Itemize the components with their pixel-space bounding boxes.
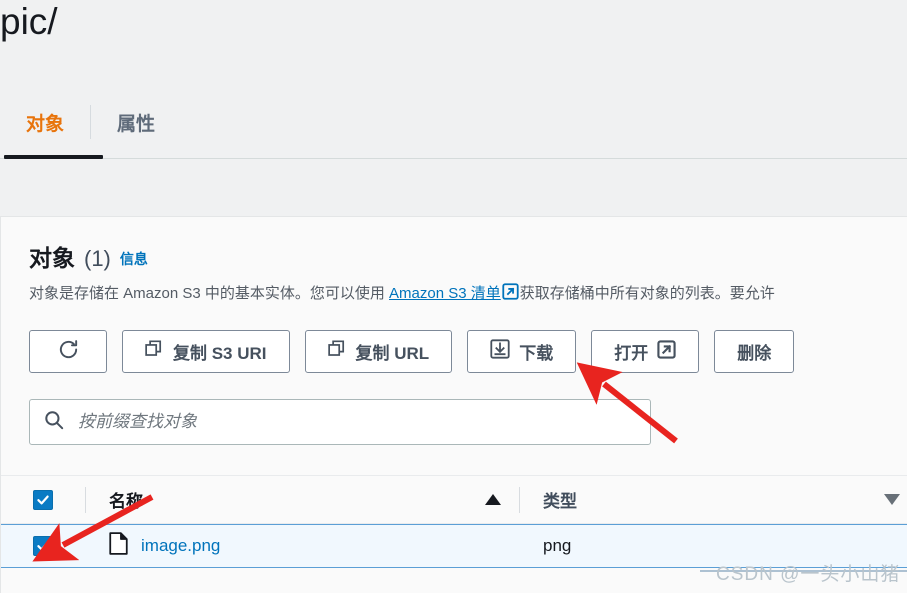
download-label: 下载 bbox=[519, 344, 554, 363]
page-heading: 对象 bbox=[29, 245, 75, 271]
file-icon bbox=[109, 532, 128, 560]
objects-toolbar: 复制 S3 URI 复制 URL 下载 打开 删除 bbox=[29, 330, 795, 373]
objects-count: (1) bbox=[84, 246, 111, 271]
s3-inventory-link[interactable]: Amazon S3 清单 bbox=[389, 285, 501, 302]
description-text-before: 对象是存储在 Amazon S3 中的基本实体。您可以使用 bbox=[29, 285, 390, 302]
row-type-cell: png bbox=[520, 536, 820, 556]
sort-descending-icon[interactable] bbox=[884, 494, 900, 505]
external-link-icon bbox=[502, 283, 519, 307]
select-all-cell[interactable] bbox=[1, 489, 85, 510]
refresh-button[interactable] bbox=[29, 330, 107, 373]
search-input[interactable] bbox=[76, 411, 636, 433]
delete-button[interactable]: 删除 bbox=[714, 330, 795, 373]
copy-url-button[interactable]: 复制 URL bbox=[304, 330, 453, 373]
objects-card-header: 对象 (1) 信息 对象是存储在 Amazon S3 中的基本实体。您可以使用 … bbox=[1, 217, 907, 307]
file-name-link[interactable]: image.png bbox=[141, 536, 220, 556]
column-header-type[interactable]: 类型 bbox=[520, 487, 820, 512]
refresh-icon bbox=[57, 338, 80, 366]
tab-properties-label: 属性 bbox=[117, 113, 156, 135]
description-text-after: 获取存储桶中所有对象的列表。要允许 bbox=[519, 285, 775, 302]
row-checkbox[interactable] bbox=[33, 536, 53, 556]
delete-label: 删除 bbox=[737, 344, 772, 363]
copy-url-label: 复制 URL bbox=[355, 344, 430, 363]
column-header-name-label: 名称 bbox=[109, 492, 143, 511]
download-button[interactable]: 下载 bbox=[467, 330, 577, 373]
column-header-overflow[interactable] bbox=[820, 494, 907, 505]
info-link[interactable]: 信息 bbox=[120, 249, 148, 269]
open-button[interactable]: 打开 bbox=[591, 330, 700, 373]
row-select-cell[interactable] bbox=[1, 536, 85, 556]
objects-description: 对象是存储在 Amazon S3 中的基本实体。您可以使用 Amazon S3 … bbox=[29, 283, 907, 307]
column-header-type-label: 类型 bbox=[543, 492, 577, 511]
copy-icon bbox=[145, 339, 164, 364]
column-header-name[interactable]: 名称 bbox=[86, 487, 519, 512]
objects-card: 对象 (1) 信息 对象是存储在 Amazon S3 中的基本实体。您可以使用 … bbox=[0, 216, 907, 593]
watermark: CSDN @一头小山猪 bbox=[716, 564, 901, 585]
objects-table: 名称 类型 image.png png bbox=[1, 475, 907, 568]
tab-active-underline bbox=[4, 155, 103, 159]
objects-heading-row: 对象 (1) 信息 bbox=[29, 239, 907, 273]
tab-underline-track bbox=[0, 158, 907, 159]
tab-bar: 对象 属性 bbox=[0, 96, 907, 166]
search-bar[interactable] bbox=[29, 399, 651, 445]
external-link-icon bbox=[657, 339, 676, 364]
copy-s3-uri-label: 复制 S3 URI bbox=[173, 344, 267, 363]
row-name-cell: image.png bbox=[86, 532, 519, 560]
sort-ascending-icon[interactable] bbox=[485, 494, 501, 505]
open-label: 打开 bbox=[614, 344, 649, 363]
tab-properties[interactable]: 属性 bbox=[91, 96, 181, 148]
page-title: pic/ bbox=[0, 1, 58, 42]
table-header-row: 名称 类型 bbox=[1, 475, 907, 524]
select-all-checkbox[interactable] bbox=[33, 489, 53, 510]
row-type-value: png bbox=[543, 536, 572, 555]
tab-objects-label: 对象 bbox=[26, 113, 65, 135]
copy-s3-uri-button[interactable]: 复制 S3 URI bbox=[122, 330, 290, 373]
download-icon bbox=[490, 339, 510, 364]
tab-objects[interactable]: 对象 bbox=[0, 96, 90, 148]
search-icon bbox=[44, 410, 64, 435]
copy-icon bbox=[327, 339, 347, 364]
